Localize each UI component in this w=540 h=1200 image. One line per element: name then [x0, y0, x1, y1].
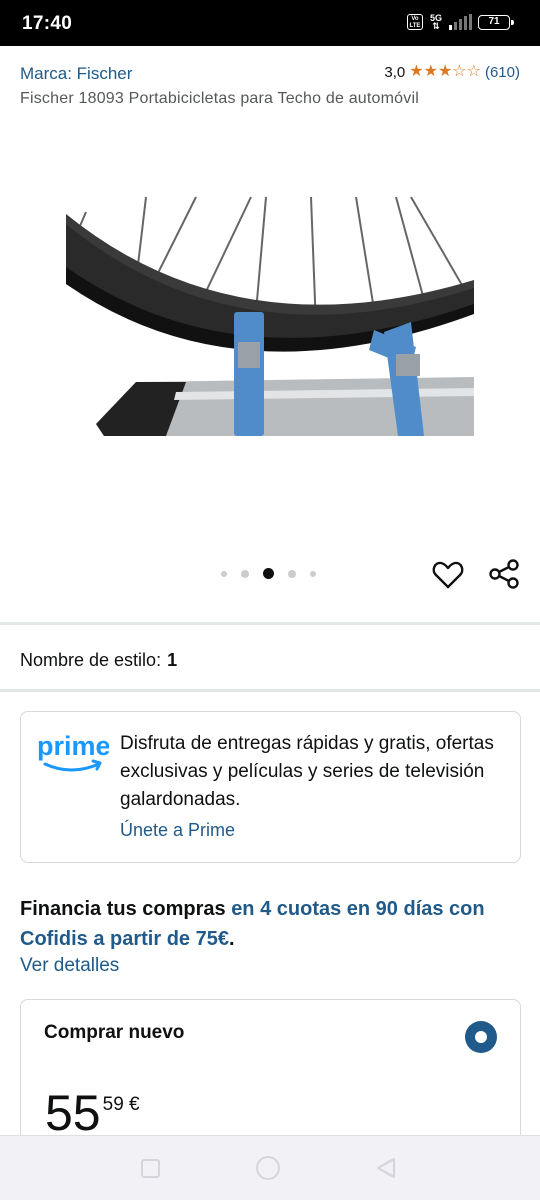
- home-icon[interactable]: [256, 1156, 280, 1180]
- price-fraction: 59 €: [102, 1094, 140, 1115]
- network-5g-icon: 5G ⇅: [429, 14, 443, 31]
- pagination-dot[interactable]: [310, 570, 316, 577]
- style-selector[interactable]: Nombre de estilo: 1: [20, 650, 177, 671]
- price: 55 59 €: [45, 1084, 140, 1142]
- pagination-dot[interactable]: [263, 568, 274, 579]
- divider: [0, 622, 540, 625]
- financing-suffix: .: [228, 928, 235, 950]
- data-arrows-icon: ⇅: [432, 21, 440, 31]
- status-time: 17:40: [22, 13, 73, 34]
- financing-text: Financia tus compras: [20, 898, 226, 920]
- pagination-dot[interactable]: [241, 569, 249, 578]
- prime-card[interactable]: prime Disfruta de entregas rápidas y gra…: [20, 711, 521, 863]
- battery-icon: 71: [478, 14, 514, 30]
- buy-new-radio[interactable]: [465, 1021, 497, 1053]
- status-icons: Vo LTE 5G ⇅ 71: [407, 14, 514, 31]
- buckle: [238, 342, 260, 368]
- buy-new-label: Comprar nuevo: [44, 1022, 185, 1043]
- volte-icon: Vo LTE: [407, 14, 423, 30]
- prime-logo-text: prime: [37, 732, 109, 761]
- gallery-pagination: [221, 568, 316, 579]
- financing-info: Financia tus compras en 4 cuotas en 90 d…: [20, 894, 520, 954]
- system-nav-bar: [0, 1135, 540, 1200]
- brand-link[interactable]: Marca: Fischer: [20, 64, 132, 84]
- star-rating: ★ ★ ★ ☆ ☆: [409, 63, 481, 81]
- product-image[interactable]: [66, 192, 474, 438]
- buckle: [396, 354, 420, 376]
- pagination-dot[interactable]: [288, 569, 296, 578]
- heart-icon[interactable]: [432, 560, 464, 590]
- product-title: Fischer 18093 Portabicicletas para Techo…: [20, 90, 419, 107]
- recents-icon[interactable]: [141, 1159, 160, 1178]
- battery-level: 71: [488, 15, 500, 27]
- join-prime-link[interactable]: Únete a Prime: [120, 820, 235, 841]
- star-filled-icon: ★: [409, 63, 424, 80]
- signal-icon: [449, 14, 472, 30]
- back-icon[interactable]: [375, 1157, 397, 1179]
- status-bar: 17:40 Vo LTE 5G ⇅ 71: [0, 0, 540, 46]
- pagination-dot[interactable]: [221, 570, 227, 577]
- price-whole: 55: [45, 1085, 101, 1141]
- financing-details-link[interactable]: Ver detalles: [20, 955, 119, 977]
- share-icon[interactable]: [488, 558, 520, 590]
- prime-description: Disfruta de entregas rápidas y gratis, o…: [120, 733, 494, 810]
- star-empty-icon: ☆: [466, 63, 481, 80]
- rating-value: 3,0: [384, 63, 406, 81]
- rating-count[interactable]: (610): [485, 64, 520, 81]
- star-empty-icon: ☆: [452, 63, 467, 80]
- style-value: 1: [167, 650, 178, 670]
- star-filled-icon: ★: [423, 63, 438, 80]
- style-label: Nombre de estilo:: [20, 650, 162, 670]
- rating[interactable]: 3,0 ★ ★ ★ ☆ ☆ (610): [384, 63, 520, 81]
- star-filled-icon: ★: [437, 63, 453, 80]
- divider: [0, 689, 540, 692]
- prime-logo: prime: [37, 732, 109, 772]
